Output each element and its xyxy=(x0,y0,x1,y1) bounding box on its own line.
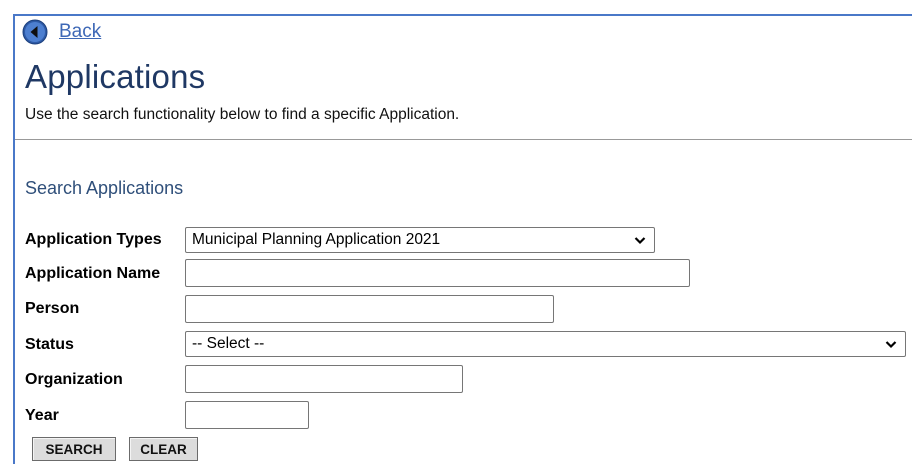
divider xyxy=(15,139,912,140)
application-types-value: Municipal Planning Application 2021 xyxy=(192,231,441,248)
application-name-input[interactable] xyxy=(185,259,690,287)
year-input[interactable] xyxy=(185,401,309,429)
back-nav[interactable]: Back xyxy=(22,19,101,45)
search-section-title: Search Applications xyxy=(25,178,184,198)
clear-button[interactable]: CLEAR xyxy=(129,437,198,461)
chevron-down-icon xyxy=(634,237,646,245)
chevron-down-icon xyxy=(885,341,897,349)
status-value: -- Select -- xyxy=(192,335,265,352)
application-types-label: Application Types xyxy=(25,231,162,248)
person-label: Person xyxy=(25,300,80,317)
status-select[interactable]: -- Select -- xyxy=(185,331,906,357)
page-intro: Use the search functionality below to fi… xyxy=(25,106,460,123)
application-name-label: Application Name xyxy=(25,265,161,282)
search-button[interactable]: SEARCH xyxy=(32,437,116,461)
organization-label: Organization xyxy=(25,371,123,388)
year-label: Year xyxy=(25,407,59,424)
person-input[interactable] xyxy=(185,295,554,323)
organization-input[interactable] xyxy=(185,365,463,393)
page-title: Applications xyxy=(25,58,206,95)
status-label: Status xyxy=(25,336,74,353)
back-link[interactable]: Back xyxy=(59,21,101,43)
application-types-select[interactable]: Municipal Planning Application 2021 xyxy=(185,227,655,253)
back-arrow-icon[interactable] xyxy=(22,19,48,45)
